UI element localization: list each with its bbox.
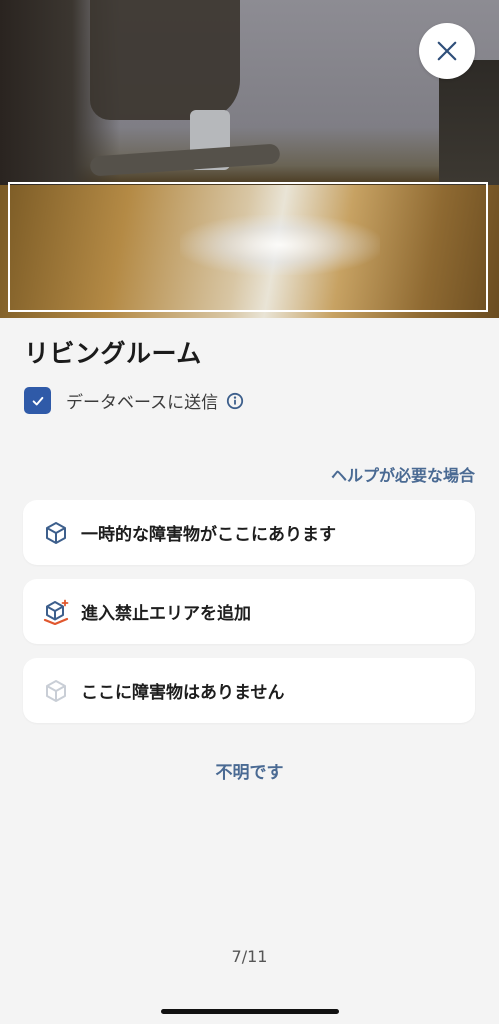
option-label: 一時的な障害物がここにあります [81,525,336,545]
cube-outline-icon [46,679,66,702]
home-indicator [161,1009,339,1014]
close-icon [437,41,457,61]
option-temporary-obstacle[interactable]: 一時的な障害物がここにあります [23,500,475,565]
close-button[interactable] [419,23,475,79]
checkmark-icon [32,396,43,405]
info-icon[interactable] [226,392,244,410]
send-to-database-checkbox[interactable] [24,387,51,414]
send-to-database-label: データベースに送信 [66,393,219,413]
help-link[interactable]: ヘルプが必要な場合 [331,462,475,486]
photo-chair [90,0,240,120]
unknown-button[interactable]: 不明です [0,758,499,783]
cube-icon [46,521,66,544]
option-no-obstacle[interactable]: ここに障害物はありません [23,658,475,723]
photo-wall [439,60,499,200]
send-to-database-row[interactable]: データベースに送信 [24,387,244,414]
option-add-no-go-zone[interactable]: 進入禁止エリアを追加 [23,579,475,644]
page-indicator: 7/11 [231,947,268,966]
room-title: リビングルーム [24,339,202,368]
option-label: 進入禁止エリアを追加 [81,604,251,624]
obstacle-highlight-frame [8,182,488,312]
no-go-zone-icon [43,599,69,625]
option-label: ここに障害物はありません [81,683,285,703]
